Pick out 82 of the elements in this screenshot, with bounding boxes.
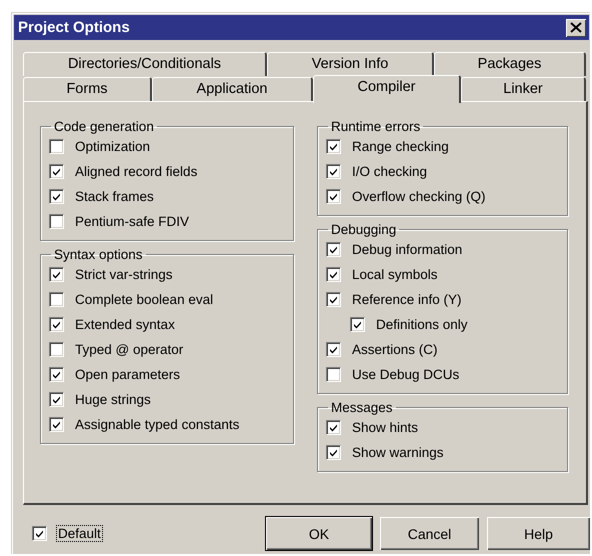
tab[interactable]: Version Info: [267, 52, 434, 76]
check-icon: [328, 423, 338, 432]
check-icon: [328, 345, 338, 354]
checkbox[interactable]: [326, 420, 341, 435]
tab[interactable]: Application: [152, 77, 313, 101]
checkbox-label[interactable]: Complete boolean eval: [73, 291, 216, 308]
check-icon: [328, 448, 338, 457]
checkbox[interactable]: [326, 164, 341, 179]
check-icon: [328, 270, 338, 279]
check-icon: [52, 270, 61, 279]
window-title: Project Options: [18, 19, 130, 36]
checkbox-label[interactable]: Definitions only: [374, 316, 470, 333]
checkbox[interactable]: [49, 139, 64, 154]
check-icon: [52, 370, 61, 379]
check-icon: [52, 320, 61, 329]
checkbox-label[interactable]: Local symbols: [350, 266, 440, 283]
check-icon: [328, 142, 338, 151]
checkbox[interactable]: [326, 445, 341, 460]
dialog-button[interactable]: OK: [266, 517, 372, 550]
checkbox-label[interactable]: Show warnings: [350, 444, 446, 461]
checkbox[interactable]: [326, 139, 341, 154]
checkbox-label[interactable]: Aligned record fields: [73, 163, 200, 180]
checkbox-label[interactable]: Use Debug DCUs: [350, 366, 462, 383]
checkbox[interactable]: [326, 292, 341, 307]
checkbox[interactable]: [49, 342, 64, 357]
checkbox-label[interactable]: Stack frames: [73, 188, 156, 205]
checkbox-label[interactable]: Overflow checking (Q): [350, 188, 488, 205]
checkbox[interactable]: [49, 189, 64, 204]
checkbox[interactable]: [326, 267, 341, 282]
checkbox[interactable]: [49, 417, 64, 432]
check-icon: [328, 167, 338, 176]
check-icon: [52, 192, 61, 201]
check-icon: [35, 529, 44, 538]
checkbox[interactable]: [350, 317, 365, 332]
checkbox-label[interactable]: Debug information: [350, 241, 464, 258]
close-button[interactable]: [566, 18, 586, 36]
checkbox-label[interactable]: Assertions (C): [350, 341, 440, 358]
check-icon: [328, 245, 338, 254]
group-title: Code generation: [53, 119, 155, 134]
checkbox[interactable]: [49, 317, 64, 332]
check-icon: [52, 420, 61, 429]
group-title: Messages: [330, 400, 394, 415]
checkbox[interactable]: [326, 189, 341, 204]
checkbox[interactable]: [49, 214, 64, 229]
check-icon: [328, 295, 338, 304]
group-title: Debugging: [330, 222, 398, 237]
checkbox-label[interactable]: Range checking: [350, 138, 451, 155]
checkbox-label[interactable]: Open parameters: [73, 366, 182, 383]
checkbox-label[interactable]: Reference info (Y): [350, 291, 464, 308]
checkbox[interactable]: [326, 342, 341, 357]
checkbox[interactable]: [49, 267, 64, 282]
checkbox[interactable]: [49, 164, 64, 179]
close-icon: [570, 22, 582, 33]
group-title: Runtime errors: [330, 119, 422, 134]
tab[interactable]: Linker: [461, 77, 586, 101]
checkbox-label[interactable]: Typed @ operator: [73, 341, 186, 358]
checkbox-label[interactable]: I/O checking: [350, 163, 430, 180]
tab[interactable]: Packages: [434, 52, 586, 76]
checkbox-label[interactable]: Assignable typed constants: [73, 416, 242, 433]
checkbox-label[interactable]: Pentium-safe FDIV: [73, 213, 192, 230]
checkbox-label[interactable]: Huge strings: [73, 391, 153, 408]
checkbox[interactable]: [32, 526, 47, 541]
checkbox-label[interactable]: Optimization: [73, 138, 152, 155]
check-icon: [52, 167, 61, 176]
checkbox-label[interactable]: Strict var-strings: [73, 266, 175, 283]
checkbox-label[interactable]: Default: [56, 525, 103, 542]
tab[interactable]: Directories/Conditionals: [23, 52, 267, 76]
tab[interactable]: Compiler: [313, 75, 461, 103]
tab[interactable]: Forms: [23, 77, 152, 101]
checkbox[interactable]: [49, 392, 64, 407]
dialog-button[interactable]: Cancel: [380, 517, 479, 550]
checkbox-label[interactable]: Show hints: [350, 419, 420, 436]
checkbox[interactable]: [49, 367, 64, 382]
group-title: Syntax options: [53, 247, 144, 262]
checkbox[interactable]: [326, 242, 341, 257]
check-icon: [328, 192, 338, 201]
check-icon: [352, 320, 362, 329]
dialog-button[interactable]: Help: [487, 517, 590, 550]
check-icon: [52, 395, 61, 404]
checkbox-label[interactable]: Extended syntax: [73, 316, 177, 333]
checkbox[interactable]: [49, 292, 64, 307]
checkbox[interactable]: [326, 367, 341, 382]
